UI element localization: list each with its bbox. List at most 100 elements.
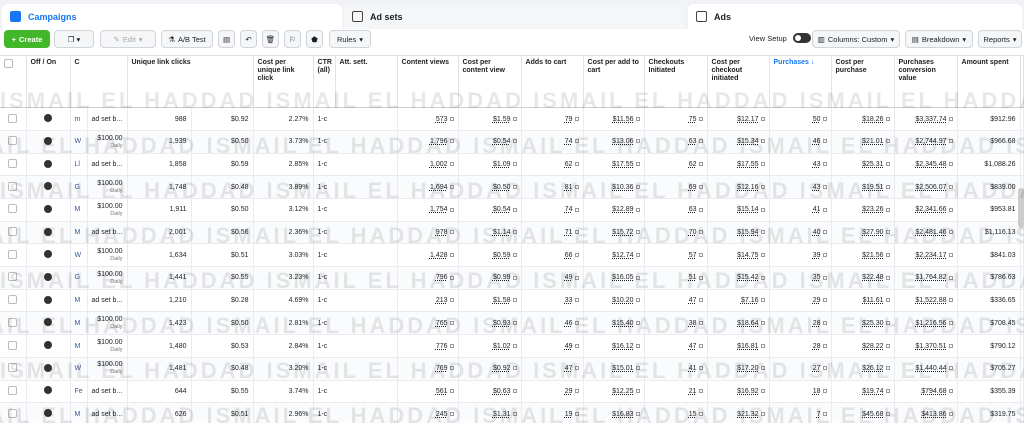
column-header[interactable]: Adds to cart: [521, 56, 584, 109]
status-toggle[interactable]: [44, 295, 52, 304]
table-row[interactable]: m ad set b... 988 $0.92 2.27% 1-c 573 $1.59 79 $1…: [0, 107, 1024, 131]
table-row[interactable]: Mad set b... 626 $0.51 2.96% 1-c 245 $1.31 19 $1…: [0, 402, 1024, 423]
campaign-name[interactable]: m: [70, 107, 88, 131]
row-checkbox[interactable]: [8, 408, 18, 418]
campaign-name[interactable]: M: [70, 311, 88, 336]
row-checkbox[interactable]: [8, 136, 18, 146]
table-row[interactable]: W $100.00 Daily 1,481 $0.48 3.20% 1-c 769 $0.92 4…: [0, 357, 1024, 381]
row-checkbox-cell[interactable]: [0, 198, 27, 222]
status-toggle-cell[interactable]: [26, 243, 71, 268]
row-checkbox-cell[interactable]: [0, 402, 27, 423]
campaign-name[interactable]: W: [70, 357, 88, 381]
campaign-name[interactable]: W: [70, 243, 88, 268]
row-checkbox[interactable]: [8, 181, 18, 191]
campaign-name[interactable]: G: [70, 266, 88, 290]
row-checkbox[interactable]: [8, 340, 18, 350]
view-setup-toggle[interactable]: [792, 33, 811, 43]
row-checkbox-cell[interactable]: [0, 153, 27, 177]
campaign-name[interactable]: W: [70, 130, 88, 154]
scrollbar[interactable]: [1018, 188, 1024, 228]
status-toggle[interactable]: [44, 182, 52, 191]
status-toggle[interactable]: [44, 363, 52, 372]
undo-button[interactable]: ↶: [240, 30, 257, 48]
table-row[interactable]: W $100.00 Daily 1,634 $0.51 3.03% 1-c 1,428 $0.5…: [0, 243, 1024, 268]
row-checkbox[interactable]: [8, 159, 18, 168]
preview-button[interactable]: ⚐: [284, 30, 301, 48]
status-toggle-cell[interactable]: [26, 107, 71, 131]
campaign-name[interactable]: M: [70, 221, 88, 245]
tab-campaigns[interactable]: Campaigns: [2, 4, 342, 29]
column-header[interactable]: Purchases ↓: [769, 56, 832, 109]
status-toggle-cell[interactable]: [26, 153, 71, 177]
table-row[interactable]: Mad set b... 1,210 $0.28 4.69% 1-c 213 $1.58 33…: [0, 289, 1024, 313]
row-checkbox[interactable]: [8, 363, 18, 373]
status-toggle-cell[interactable]: [26, 266, 71, 290]
campaign-name[interactable]: M: [70, 289, 88, 313]
row-checkbox-cell[interactable]: [0, 334, 27, 358]
column-header[interactable]: C: [70, 56, 128, 109]
view-setup[interactable]: View Setup: [749, 33, 811, 43]
row-checkbox[interactable]: [8, 227, 18, 237]
column-header[interactable]: CTR (all): [313, 56, 336, 109]
row-checkbox-cell[interactable]: [0, 243, 27, 268]
ab-test-button[interactable]: ⚗ A/B Test: [161, 30, 213, 48]
status-toggle-cell[interactable]: [26, 311, 71, 336]
status-toggle-cell[interactable]: [26, 198, 71, 222]
create-button[interactable]: + Create: [4, 30, 50, 48]
status-toggle[interactable]: [44, 159, 52, 168]
column-header[interactable]: Cost per purchase: [831, 56, 895, 109]
tag-button[interactable]: ⬟: [306, 30, 323, 48]
campaign-name[interactable]: M: [70, 402, 88, 423]
column-header[interactable]: Cost per add to cart: [583, 56, 645, 109]
column-header[interactable]: Cost per checkout initiated: [707, 56, 770, 109]
delete-button[interactable]: 🗑: [262, 30, 279, 48]
status-toggle-cell[interactable]: [26, 175, 71, 200]
row-checkbox-cell[interactable]: [0, 175, 27, 200]
status-toggle[interactable]: [44, 114, 52, 123]
select-all-checkbox-cell[interactable]: [0, 56, 27, 109]
row-checkbox-cell[interactable]: [0, 221, 27, 245]
campaign-name[interactable]: M: [70, 334, 88, 358]
row-checkbox-cell[interactable]: [0, 289, 27, 313]
column-header[interactable]: Content views: [397, 56, 459, 109]
column-header[interactable]: Unique link clicks: [127, 56, 254, 109]
campaign-name[interactable]: Ll: [70, 153, 88, 177]
table-row[interactable]: Fe ad set b... 644 $0.55 3.74% 1-c 561 $0.63 29 $…: [0, 380, 1024, 404]
status-toggle-cell[interactable]: [26, 357, 71, 381]
column-header[interactable]: Amount spent: [957, 56, 1021, 109]
column-header[interactable]: Off / On: [26, 56, 71, 109]
status-toggle[interactable]: [44, 318, 52, 327]
status-toggle[interactable]: [44, 227, 52, 236]
column-header[interactable]: Cost per content view: [458, 56, 522, 109]
column-header[interactable]: Purchase ROAS (return on ad spend): [1020, 56, 1024, 109]
table-row[interactable]: M $100.00 Daily 1,480 $0.53 2.84% 1-c 776 $1.02 4…: [0, 334, 1024, 358]
row-checkbox[interactable]: [8, 113, 18, 123]
status-toggle-cell[interactable]: [26, 402, 71, 423]
select-all-checkbox[interactable]: [4, 59, 13, 68]
table-row[interactable]: W $100.00 Daily 1,939 $0.50 3.73% 1-c 1,796 $0.5…: [0, 130, 1024, 154]
status-toggle-cell[interactable]: [26, 221, 71, 245]
row-checkbox-cell[interactable]: [0, 266, 27, 290]
column-header[interactable]: Cost per unique link click: [253, 56, 314, 109]
tab-ad-sets[interactable]: Ad sets: [344, 4, 684, 29]
table-row[interactable]: G $100.00 Daily 1,441 $0.55 3.23% 1-c 796 $0.99 4…: [0, 266, 1024, 290]
duplicate-button[interactable]: ❐ ▾: [54, 30, 94, 48]
row-checkbox[interactable]: [8, 272, 18, 282]
details-button[interactable]: ▤: [218, 30, 235, 48]
row-checkbox-cell[interactable]: [0, 107, 27, 131]
status-toggle-cell[interactable]: [26, 289, 71, 313]
table-row[interactable]: Ll ad set b... 1,858 $0.59 2.85% 1-c 1,002 $1.0…: [0, 153, 1024, 177]
status-toggle[interactable]: [44, 250, 52, 259]
row-checkbox[interactable]: [8, 385, 18, 395]
campaign-name[interactable]: G: [70, 175, 88, 200]
columns-button[interactable]: ▥ Columns: Custom ▾: [812, 30, 900, 48]
row-checkbox-cell[interactable]: [0, 380, 27, 404]
column-header[interactable]: Att. sett.: [335, 56, 398, 109]
breakdown-button[interactable]: ▤ Breakdown ▾: [905, 30, 973, 48]
table-row[interactable]: M $100.00 Daily 1,423 $0.50 2.81% 1-c 765 $0.93 4…: [0, 311, 1024, 336]
edit-button[interactable]: ✎ Edit ▾: [100, 30, 156, 48]
campaign-name[interactable]: M: [70, 198, 88, 222]
row-checkbox[interactable]: [8, 249, 18, 259]
status-toggle[interactable]: [44, 272, 52, 281]
status-toggle-cell[interactable]: [26, 130, 71, 154]
